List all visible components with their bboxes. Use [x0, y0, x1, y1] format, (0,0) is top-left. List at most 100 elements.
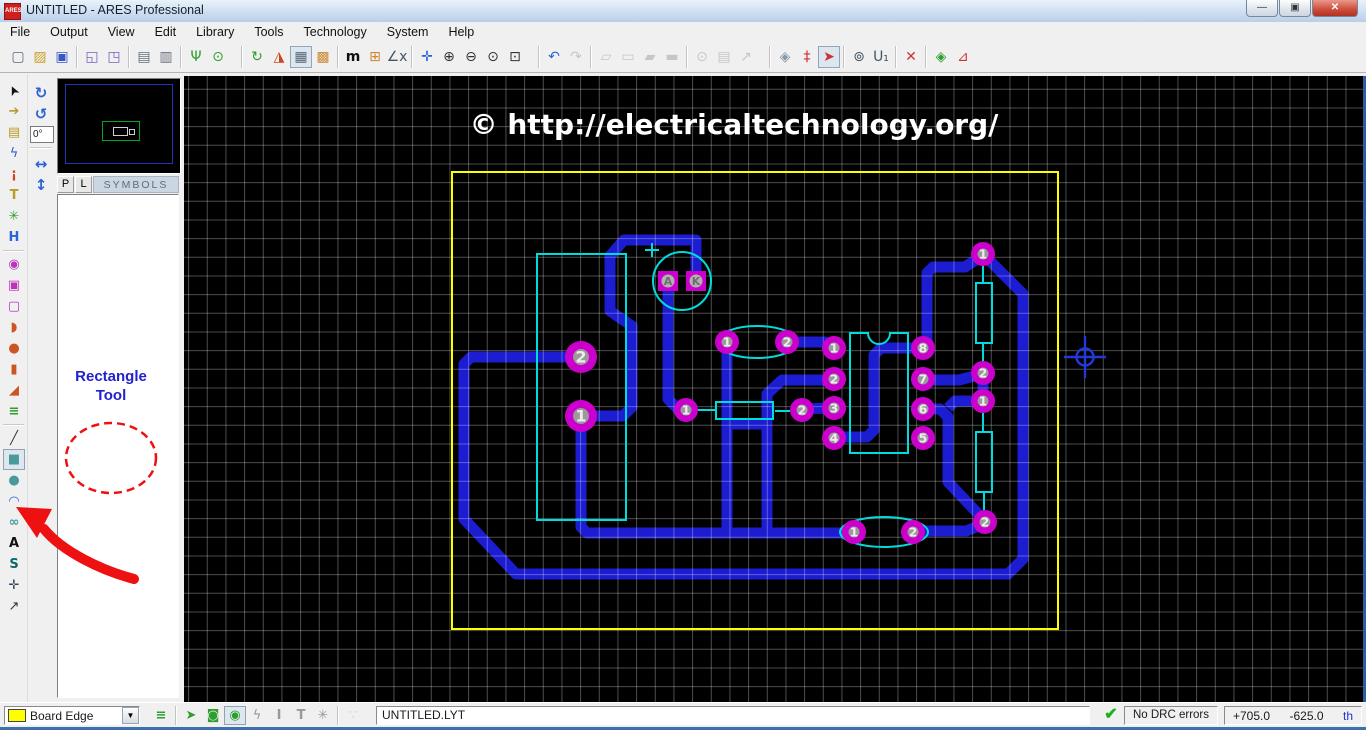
connectivity-tool-icon[interactable]: H — [3, 227, 25, 248]
pad-1[interactable]: 1 — [565, 400, 597, 432]
export-layout-icon[interactable]: ◳ — [103, 46, 125, 68]
pre-production-check-icon[interactable]: ⊿ — [952, 46, 974, 68]
zoom-in-icon[interactable]: ⊕ — [438, 46, 460, 68]
pad-1[interactable]: 1 — [715, 330, 739, 354]
library-button[interactable]: L — [75, 176, 92, 193]
marker-tool-icon[interactable]: ✛ — [3, 575, 25, 596]
rotation-angle-field[interactable]: 0° — [30, 126, 54, 143]
pcb-editor-canvas[interactable]: 2 1 1 2 1 2 1 2 3 4 8 7 6 5 1 2 1 2 1 2 A K © http://electric… — [184, 76, 1363, 702]
arc-tool-icon[interactable]: ◠ — [3, 491, 25, 512]
pad-7[interactable]: 7 — [911, 367, 935, 391]
circle-tool-icon[interactable]: ● — [3, 470, 25, 491]
close-button[interactable]: ✕ — [1312, 0, 1358, 17]
pad-2[interactable]: 2 — [973, 510, 997, 534]
layer-stack-icon[interactable]: ≡ — [150, 706, 172, 725]
open-file-icon[interactable]: ▨ — [29, 46, 51, 68]
text-filter-icon[interactable]: T — [290, 706, 312, 725]
make-package-icon[interactable]: ▤ — [713, 46, 735, 68]
undo-icon[interactable]: ↶ — [543, 46, 565, 68]
save-file-icon[interactable]: ▣ — [51, 46, 73, 68]
pad-2[interactable]: 2 — [775, 330, 799, 354]
package-tool-icon[interactable]: ▤ — [3, 122, 25, 143]
goto-component-icon[interactable]: U₁ — [870, 46, 892, 68]
dil-pad-tool-icon[interactable]: ▢ — [3, 296, 25, 317]
flip-vertical-icon[interactable]: ↕ — [30, 174, 52, 195]
search-and-tag-icon[interactable]: ⊚ — [848, 46, 870, 68]
ratsnest-filter-icon[interactable]: ✳ — [312, 706, 334, 725]
line-tool-icon[interactable]: ╱ — [3, 428, 25, 449]
square-pad-tool-icon[interactable]: ▣ — [3, 275, 25, 296]
menu-view[interactable]: View — [98, 22, 145, 42]
menu-help[interactable]: Help — [438, 22, 484, 42]
zoom-out-icon[interactable]: ⊖ — [460, 46, 482, 68]
redraw-icon[interactable]: ↻ — [246, 46, 268, 68]
component-filter-icon[interactable]: ➤ — [180, 706, 202, 725]
block-rotate-icon[interactable]: ▰ — [639, 46, 661, 68]
menu-file[interactable]: File — [0, 22, 40, 42]
auto-placer-icon[interactable]: ◈ — [930, 46, 952, 68]
pad-A[interactable]: A — [658, 271, 678, 291]
zone-tool-icon[interactable]: T — [3, 185, 25, 206]
text-tool-icon[interactable]: A — [3, 533, 25, 554]
pad-2[interactable]: 2 — [790, 398, 814, 422]
zone-filter-icon[interactable]: I — [268, 706, 290, 725]
import-layout-icon[interactable]: ◱ — [81, 46, 103, 68]
selection-tool-icon[interactable]: ➤ — [3, 80, 25, 101]
netlist-transfer-icon[interactable]: Ψ — [185, 46, 207, 68]
route-mode-icon[interactable]: ∵ — [342, 706, 364, 725]
pad-5[interactable]: 5 — [911, 426, 935, 450]
ratsnest-tool-icon[interactable]: ✳ — [3, 206, 25, 227]
rectangle-tool-icon[interactable]: ■ — [3, 449, 25, 470]
pick-parts-icon[interactable]: ⊙ — [691, 46, 713, 68]
rect-smt-pad-tool-icon[interactable]: ▮ — [3, 359, 25, 380]
metric-toggle-icon[interactable]: m — [342, 46, 364, 68]
pad-1[interactable]: 1 — [971, 242, 995, 266]
minimize-button[interactable]: — — [1246, 0, 1278, 17]
pad-2[interactable]: 2 — [565, 341, 597, 373]
pad-1[interactable]: 1 — [674, 398, 698, 422]
circle-smt-pad-tool-icon[interactable]: ● — [3, 338, 25, 359]
pad-1[interactable]: 1 — [822, 336, 846, 360]
via-tool-icon[interactable]: ¡ — [3, 164, 25, 185]
pan-icon[interactable]: ✛ — [416, 46, 438, 68]
padstack-tool-icon[interactable]: ≡ — [3, 401, 25, 422]
block-copy-icon[interactable]: ▱ — [595, 46, 617, 68]
via-filter-icon[interactable]: ◉ — [224, 706, 246, 725]
trace-filter-icon[interactable]: ϟ — [246, 706, 268, 725]
cross-probe-icon[interactable]: ⊙ — [207, 46, 229, 68]
menu-technology[interactable]: Technology — [294, 22, 377, 42]
pad-8[interactable]: 8 — [911, 336, 935, 360]
dimension-tool-icon[interactable]: ↗ — [3, 596, 25, 617]
block-delete-icon[interactable]: ▬ — [661, 46, 683, 68]
pad-4[interactable]: 4 — [822, 426, 846, 450]
menu-output[interactable]: Output — [40, 22, 98, 42]
layer-display-icon[interactable]: ▩ — [312, 46, 334, 68]
print-icon[interactable]: ▤ — [133, 46, 155, 68]
zoom-all-icon[interactable]: ⊙ — [482, 46, 504, 68]
component-tool-icon[interactable]: ➔ — [3, 101, 25, 122]
auto-router-icon[interactable]: ✕ — [900, 46, 922, 68]
pad-2[interactable]: 2 — [901, 520, 925, 544]
decompose-icon[interactable]: ↗ — [735, 46, 757, 68]
new-file-icon[interactable]: ▢ — [7, 46, 29, 68]
restore-button[interactable]: ▣ — [1279, 0, 1311, 17]
symbol-tool-icon[interactable]: S — [3, 554, 25, 575]
redo-icon[interactable]: ↷ — [565, 46, 587, 68]
pad-6[interactable]: 6 — [911, 397, 935, 421]
rotate-ccw-icon[interactable]: ↺ — [30, 103, 52, 124]
pad-3[interactable]: 3 — [822, 396, 846, 420]
auto-track-necking-icon[interactable]: ‡ — [796, 46, 818, 68]
poly-smt-pad-tool-icon[interactable]: ◢ — [3, 380, 25, 401]
grid-toggle-icon[interactable]: ▦ — [290, 46, 312, 68]
pad-1[interactable]: 1 — [842, 520, 866, 544]
mark-output-area-icon[interactable]: ▥ — [155, 46, 177, 68]
auto-trace-selection-icon[interactable]: ➤ — [818, 46, 840, 68]
menu-tools[interactable]: Tools — [244, 22, 293, 42]
pad-filter-icon[interactable]: ◙ — [202, 706, 224, 725]
trace-tool-icon[interactable]: ϟ — [3, 143, 25, 164]
round-pad-tool-icon[interactable]: ◉ — [3, 254, 25, 275]
pad-1[interactable]: 1 — [971, 389, 995, 413]
origin-toggle-icon[interactable]: ⊞ — [364, 46, 386, 68]
layer-selector-dropdown[interactable]: Board Edge ▼ — [4, 706, 140, 725]
menu-edit[interactable]: Edit — [145, 22, 187, 42]
